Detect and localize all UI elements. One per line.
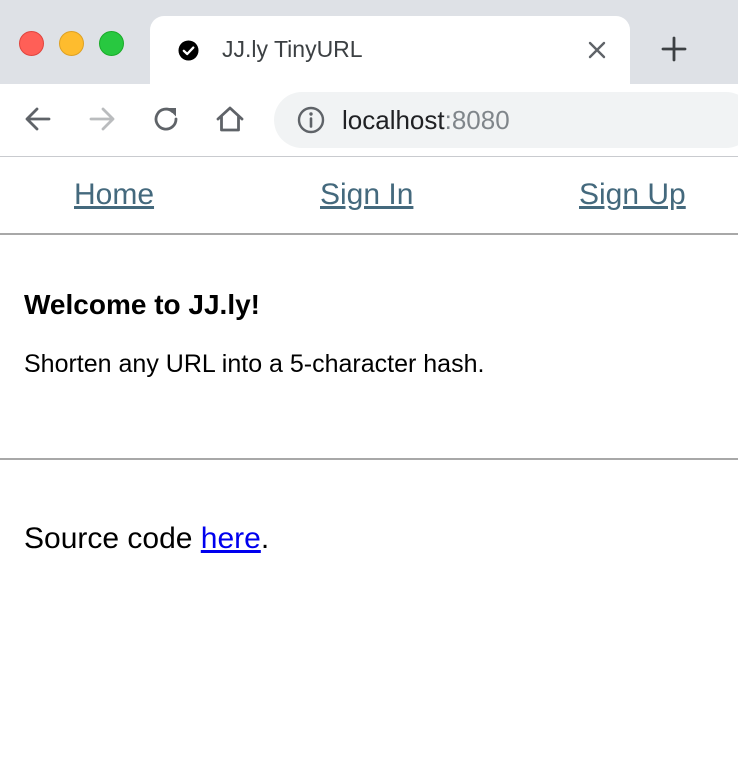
address-bar[interactable]: localhost:8080 — [274, 92, 738, 148]
back-arrow-icon[interactable] — [22, 103, 54, 135]
source-code-link[interactable]: here — [201, 522, 261, 555]
plus-icon[interactable] — [659, 34, 689, 64]
url-port: :8080 — [444, 105, 510, 135]
reload-icon[interactable] — [150, 103, 182, 135]
footer-suffix: . — [260, 522, 270, 555]
footer-prefix: Source code — [24, 522, 201, 555]
hero-section: Welcome to JJ.ly! Shorten any URL into a… — [24, 287, 724, 379]
browser-tab[interactable]: JJ.ly TinyURL — [150, 16, 630, 84]
source-code-line: Source code here. — [24, 522, 269, 556]
site-nav: Home Sign In Sign Up — [0, 158, 738, 235]
close-icon[interactable] — [586, 39, 608, 61]
tab-title: JJ.ly TinyURL — [222, 36, 363, 62]
nav-sign-up-link[interactable]: Sign Up — [579, 178, 686, 212]
forward-arrow-icon[interactable] — [86, 103, 118, 135]
url-text: localhost:8080 — [342, 105, 510, 136]
browser-tab-strip: JJ.ly TinyURL — [0, 0, 738, 84]
page-title: Welcome to JJ.ly! — [24, 289, 261, 320]
check-circle-icon — [178, 40, 199, 61]
browser-toolbar: localhost:8080 — [0, 84, 738, 157]
info-icon[interactable] — [297, 106, 325, 134]
section-divider — [0, 458, 738, 460]
url-host: localhost — [342, 105, 445, 135]
close-window-button[interactable] — [19, 31, 44, 56]
home-icon[interactable] — [214, 103, 246, 135]
nav-home-link[interactable]: Home — [74, 178, 154, 212]
minimize-window-button[interactable] — [59, 31, 84, 56]
page-subtitle: Shorten any URL into a 5-character hash. — [24, 350, 485, 378]
nav-sign-in-link[interactable]: Sign In — [320, 178, 413, 212]
zoom-window-button[interactable] — [99, 31, 124, 56]
